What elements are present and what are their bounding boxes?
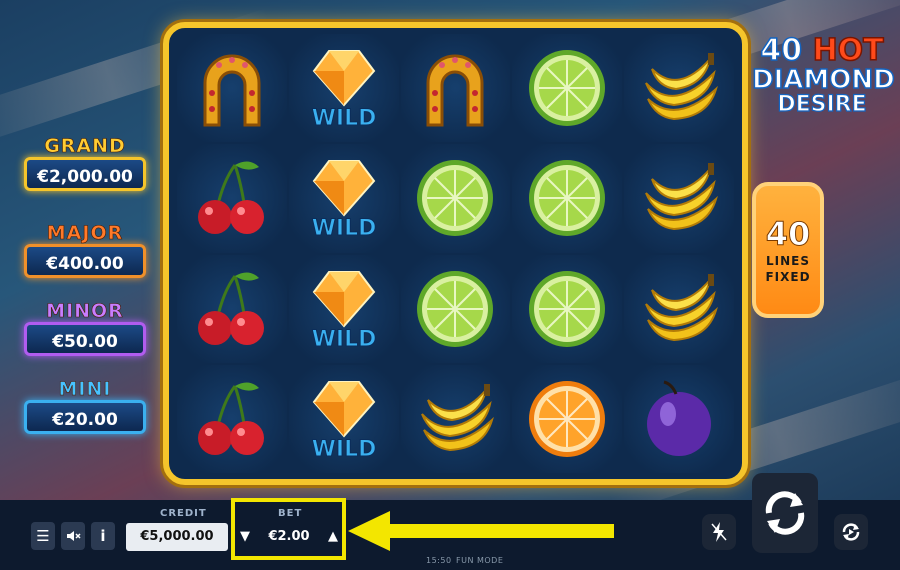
- jackpot-name: MINOR: [46, 300, 124, 323]
- lines-label: LINES: [766, 254, 810, 268]
- spin-arrows-icon: [765, 491, 805, 535]
- autoplay-icon: [842, 523, 860, 541]
- cherry-icon: [197, 161, 264, 235]
- reel-cell: [624, 34, 734, 143]
- reel-cell: WILD: [288, 144, 399, 253]
- svg-text:WILD: WILD: [311, 106, 376, 131]
- bet-increase-button[interactable]: ▲: [328, 523, 338, 551]
- reel-cell: [400, 144, 511, 253]
- jackpot-value: €20.00: [24, 400, 146, 434]
- reel-cell: WILD: [288, 254, 399, 363]
- logo-number: 40: [760, 33, 803, 68]
- reel-cell: [400, 254, 511, 363]
- reel-cell: [512, 254, 623, 363]
- reel-cell: [400, 34, 511, 143]
- reel-cell: [177, 364, 287, 473]
- reel-cell: [624, 364, 734, 473]
- lime-icon: [417, 160, 494, 237]
- lines-fixed-label: FIXED: [765, 270, 811, 284]
- reel-cell: [624, 254, 734, 363]
- credit-label: CREDIT: [160, 508, 207, 519]
- jackpot-3: MINI €20.00: [24, 378, 146, 434]
- reel-cell: [512, 364, 623, 473]
- credit-value: €5,000.00: [126, 523, 228, 551]
- jackpot-0: GRAND €2,000.00: [24, 135, 146, 191]
- jackpot-name: MINI: [58, 378, 112, 401]
- bet-label: BET: [278, 508, 303, 519]
- reel-cell: [624, 144, 734, 253]
- reel-cell: [512, 34, 623, 143]
- jackpot-name: MAJOR: [46, 222, 124, 245]
- reel-cell: [512, 144, 623, 253]
- wild-diamond-icon: WILD: [311, 50, 377, 132]
- wild-diamond-icon: WILD: [311, 270, 377, 352]
- bet-value: €2.00: [268, 529, 310, 544]
- wild-diamond-icon: WILD: [311, 160, 377, 242]
- menu-icon: ☰: [36, 527, 50, 545]
- clock-text: 15:50: [426, 556, 452, 565]
- lime-icon: [529, 270, 606, 347]
- logo-line3: DESIRE: [777, 92, 867, 117]
- spin-button[interactable]: [752, 473, 818, 553]
- horseshoe-icon: [203, 54, 261, 127]
- bet-control: ▼ €2.00 ▲: [236, 523, 342, 551]
- jackpot-1: MAJOR €400.00: [24, 222, 146, 278]
- bet-decrease-button[interactable]: ▼: [240, 523, 250, 551]
- info-icon: i: [100, 527, 106, 545]
- reels-grid[interactable]: WILD WILD WILD WILD: [177, 34, 734, 473]
- reel-cell: WILD: [288, 364, 399, 473]
- lightning-off-icon: [711, 522, 727, 542]
- reel-cell: WILD: [288, 34, 399, 143]
- banana-icon: [421, 383, 495, 451]
- menu-button[interactable]: ☰: [31, 522, 55, 550]
- speaker-mute-icon: [67, 531, 81, 541]
- lime-icon: [529, 160, 606, 237]
- logo-hot: HOT: [812, 33, 885, 68]
- orange-icon: [529, 380, 606, 457]
- banana-icon: [645, 53, 719, 121]
- reel-cell: [177, 254, 287, 363]
- banana-icon: [645, 163, 719, 231]
- wild-diamond-icon: WILD: [311, 380, 377, 462]
- jackpot-value: €50.00: [24, 322, 146, 356]
- autoplay-button[interactable]: [834, 514, 868, 550]
- reel-cell: [400, 364, 511, 473]
- lime-icon: [417, 270, 494, 347]
- reel-cell: [177, 34, 287, 143]
- logo-line2: DIAMOND: [751, 65, 895, 95]
- cherry-icon: [197, 272, 264, 345]
- lime-icon: [529, 50, 606, 127]
- jackpot-value: €2,000.00: [24, 157, 146, 191]
- mode-text: FUN MODE: [456, 556, 504, 565]
- turbo-button[interactable]: [702, 514, 736, 550]
- jackpot-name: GRAND: [44, 135, 126, 158]
- reel-frame: WILD WILD WILD WILD: [163, 22, 748, 485]
- cherry-icon: [197, 382, 264, 455]
- svg-text:WILD: WILD: [311, 327, 376, 352]
- jackpot-value: €400.00: [24, 244, 146, 278]
- info-button[interactable]: i: [91, 522, 115, 550]
- plum-icon: [647, 380, 712, 456]
- svg-text:WILD: WILD: [311, 437, 376, 462]
- reel-cell: [177, 144, 287, 253]
- horseshoe-icon: [426, 54, 484, 127]
- lines-number: 40: [765, 215, 811, 254]
- svg-text:WILD: WILD: [311, 216, 376, 241]
- annotation-arrow-icon: [348, 511, 614, 551]
- game-logo: 40 HOT DIAMOND DESIRE: [751, 33, 895, 117]
- sound-button[interactable]: [61, 522, 85, 550]
- lines-badge: 40 LINES FIXED: [752, 182, 824, 318]
- banana-icon: [645, 273, 719, 341]
- jackpot-2: MINOR €50.00: [24, 300, 146, 356]
